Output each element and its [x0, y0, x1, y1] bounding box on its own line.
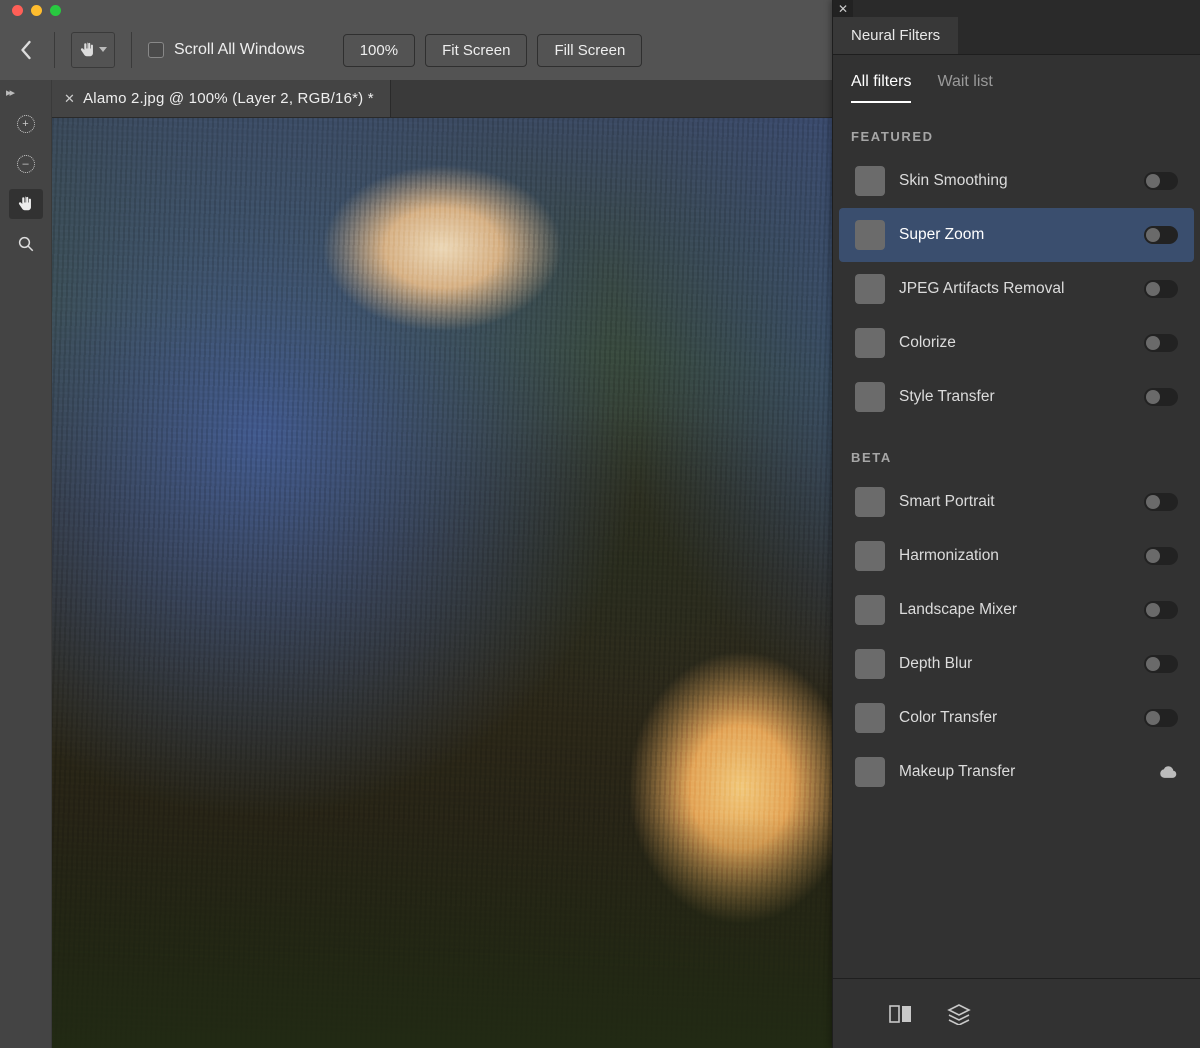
panel-tabs: All filters Wait list [833, 55, 1200, 103]
expand-panels-button[interactable]: ▸▸ [0, 86, 13, 99]
filter-toggle[interactable] [1144, 226, 1178, 244]
separator [54, 32, 55, 68]
filter-thumb-icon [855, 703, 885, 733]
filter-thumb-icon [855, 328, 885, 358]
filter-name: Color Transfer [899, 709, 1130, 727]
layers-icon[interactable] [947, 1003, 971, 1025]
zoom-level-button[interactable]: 100% [343, 34, 415, 67]
filter-name: Style Transfer [899, 388, 1130, 406]
filter-toggle[interactable] [1144, 334, 1178, 352]
document-tab-title: Alamo 2.jpg @ 100% (Layer 2, RGB/16*) * [83, 90, 374, 107]
filter-thumb-icon [855, 595, 885, 625]
filter-super-zoom[interactable]: Super Zoom [839, 208, 1194, 262]
zoom-tool[interactable] [9, 229, 43, 259]
filter-toggle[interactable] [1144, 493, 1178, 511]
filter-makeup-transfer[interactable]: Makeup Transfer [839, 745, 1194, 799]
filter-name: Makeup Transfer [899, 763, 1144, 781]
filter-toggle[interactable] [1144, 172, 1178, 190]
section-featured-label: FEATURED [833, 103, 1200, 154]
zoom-out-tool[interactable] [9, 149, 43, 179]
close-tab-icon[interactable]: ✕ [64, 91, 75, 107]
neural-filters-panel: ✕ Neural Filters All filters Wait list F… [832, 0, 1200, 1048]
filter-toggle[interactable] [1144, 280, 1178, 298]
document-tab[interactable]: ✕ Alamo 2.jpg @ 100% (Layer 2, RGB/16*) … [52, 80, 391, 117]
filter-color-transfer[interactable]: Color Transfer [839, 691, 1194, 745]
filter-smart-portrait[interactable]: Smart Portrait [839, 475, 1194, 529]
magnifier-icon [17, 235, 35, 253]
filter-toggle[interactable] [1144, 547, 1178, 565]
filter-thumb-icon [855, 166, 885, 196]
filter-thumb-icon [855, 757, 885, 787]
filter-depth-blur[interactable]: Depth Blur [839, 637, 1194, 691]
hand-icon [17, 195, 35, 213]
tab-wait-list[interactable]: Wait list [937, 73, 992, 103]
window-minimize-button[interactable] [31, 5, 42, 16]
filter-name: Smart Portrait [899, 493, 1130, 511]
filter-landscape-mixer[interactable]: Landscape Mixer [839, 583, 1194, 637]
cloud-download-icon[interactable] [1158, 764, 1178, 780]
zoom-in-icon [17, 115, 35, 133]
filter-name: Colorize [899, 334, 1130, 352]
window-close-button[interactable] [12, 5, 23, 16]
filter-name: Harmonization [899, 547, 1130, 565]
filter-skin-smoothing[interactable]: Skin Smoothing [839, 154, 1194, 208]
filter-name: Skin Smoothing [899, 172, 1130, 190]
back-button[interactable] [14, 38, 38, 62]
tab-all-filters[interactable]: All filters [851, 73, 911, 103]
separator [131, 32, 132, 68]
hand-tool-dropdown[interactable] [71, 32, 115, 68]
hand-icon [79, 41, 97, 59]
panel-title: Neural Filters [833, 17, 958, 54]
filter-thumb-icon [855, 649, 885, 679]
filter-name: Depth Blur [899, 655, 1130, 673]
fit-screen-button[interactable]: Fit Screen [425, 34, 527, 67]
window-maximize-button[interactable] [50, 5, 61, 16]
filter-style-transfer[interactable]: Style Transfer [839, 370, 1194, 424]
filter-thumb-icon [855, 541, 885, 571]
filter-name: Super Zoom [899, 226, 1130, 244]
hand-tool[interactable] [9, 189, 43, 219]
filter-toggle[interactable] [1144, 655, 1178, 673]
filter-colorize[interactable]: Colorize [839, 316, 1194, 370]
filter-toggle[interactable] [1144, 388, 1178, 406]
fill-screen-button[interactable]: Fill Screen [537, 34, 642, 67]
filter-harmonization[interactable]: Harmonization [839, 529, 1194, 583]
filter-name: JPEG Artifacts Removal [899, 280, 1130, 298]
filter-thumb-icon [855, 382, 885, 412]
filter-thumb-icon [855, 274, 885, 304]
zoom-out-icon [17, 155, 35, 173]
section-beta-label: BETA [833, 424, 1200, 475]
filter-thumb-icon [855, 220, 885, 250]
scroll-all-windows-label: Scroll All Windows [174, 41, 305, 59]
filter-thumb-icon [855, 487, 885, 517]
zoom-in-tool[interactable] [9, 109, 43, 139]
filter-name: Landscape Mixer [899, 601, 1130, 619]
filter-toggle[interactable] [1144, 709, 1178, 727]
chevron-down-icon [99, 47, 107, 53]
tools-sidebar: ▸▸ [0, 80, 52, 1048]
panel-close-button[interactable]: ✕ [833, 0, 853, 18]
compare-icon[interactable] [889, 1003, 913, 1025]
filter-jpeg-artifacts-removal[interactable]: JPEG Artifacts Removal [839, 262, 1194, 316]
scroll-all-windows-checkbox[interactable] [148, 42, 164, 58]
filter-toggle[interactable] [1144, 601, 1178, 619]
